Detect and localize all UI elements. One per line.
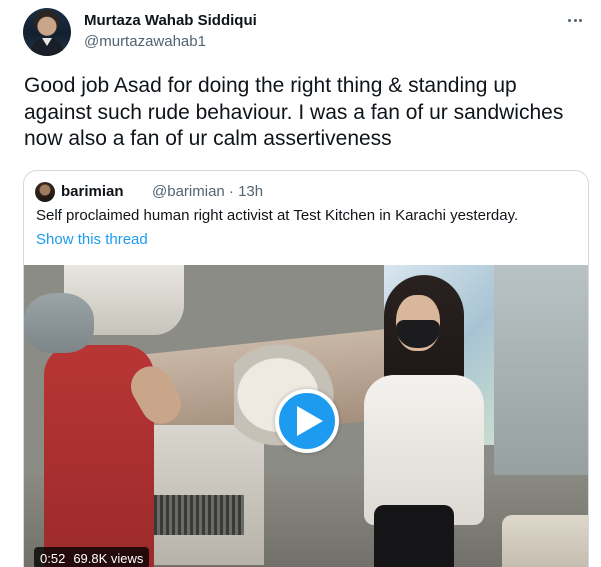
quoted-tweet-text: Self proclaimed human right activist at … — [36, 207, 519, 224]
video-scene-woman-legs — [374, 505, 454, 567]
more-options-icon[interactable] — [563, 10, 587, 30]
video-stats-badge: 0:52 69.8K views — [34, 547, 150, 567]
show-thread-link[interactable]: Show this thread — [36, 231, 148, 248]
video-views: 69.8K views — [73, 550, 144, 566]
video-scene-chair — [502, 515, 588, 567]
video-player[interactable]: 0:52 69.8K views — [24, 265, 588, 567]
quoted-author-name[interactable]: barimian — [61, 183, 124, 200]
quoted-author-avatar[interactable] — [35, 182, 55, 202]
video-scene-grill — [154, 495, 244, 535]
quoted-tweet[interactable]: barimian @barimian · 13h Self proclaimed… — [23, 170, 589, 567]
author-avatar[interactable] — [23, 8, 71, 56]
quoted-author-handle-time[interactable]: @barimian · 13h — [152, 183, 263, 200]
author-name[interactable]: Murtaza Wahab Siddiqui — [84, 12, 257, 29]
author-handle[interactable]: @murtazawahab1 — [84, 33, 206, 50]
play-icon[interactable] — [275, 389, 339, 453]
video-duration: 0:52 — [40, 550, 66, 566]
video-scene-person-left-head — [24, 293, 94, 353]
video-scene-woman-body — [364, 375, 484, 525]
tweet-text: Good job Asad for doing the right thing … — [24, 74, 564, 150]
